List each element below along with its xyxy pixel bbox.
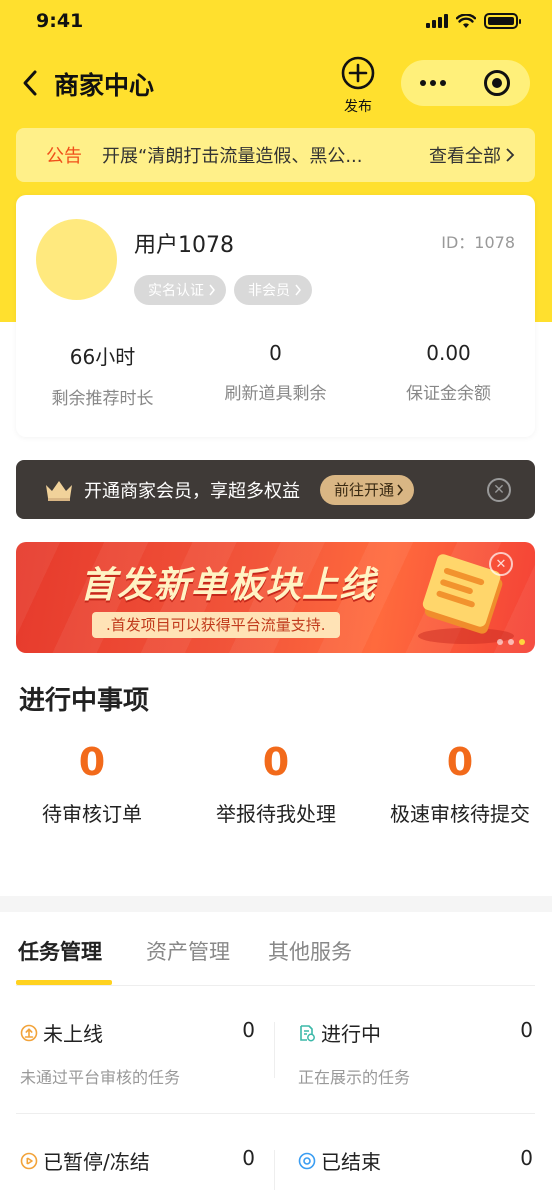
user-name: 用户1078 [134,233,234,258]
page-title: 商家中心 [54,71,155,100]
target-icon [484,70,510,96]
mini-program-capsule [401,60,530,106]
task-desc: 正在展示的任务 [298,1068,411,1087]
more-menu-icon[interactable] [401,60,465,106]
tab-bar: 任务管理 资产管理 其他服务 [16,912,535,986]
status-time: 9:41 [36,10,84,32]
view-all-link[interactable]: 查看全部 [429,142,515,168]
tab-task-management[interactable]: 任务管理 [18,936,102,966]
task-divider [274,1022,275,1078]
task-ended[interactable]: 已结束 0 [294,1114,535,1190]
task-count: 0 [242,1018,255,1042]
user-card: 用户1078 ID：1078 实名认证 非会员 66小时 剩余推荐时长 0 刷新… [16,195,535,437]
task-row: 已暂停/冻结 0 已结束 0 [16,1114,535,1190]
chevron-right-icon [397,484,404,495]
stat-label: 剩余推荐时长 [51,389,154,409]
announcement-text: 开展“清朗打击流量造假、黑公... [102,146,363,167]
stat-recommend-time[interactable]: 66小时 剩余推荐时长 [16,341,189,409]
task-head: 已暂停/冻结 [20,1146,150,1175]
task-divider [274,1150,275,1190]
chevron-right-icon [209,284,215,296]
pending-label: 极速审核待提交 [390,802,530,826]
publish-button[interactable]: 发布 [336,56,380,116]
stop-circle-icon [298,1152,316,1169]
task-head: 进行中 [298,1018,381,1047]
close-icon[interactable]: ✕ [489,552,513,576]
stat-refresh-props[interactable]: 0 刷新道具剩余 [189,341,362,409]
task-title: 已结束 [321,1150,381,1174]
in-progress-title: 进行中事项 [19,686,150,716]
real-name-badge[interactable]: 实名认证 [134,275,226,305]
announcement-bar[interactable]: 公告 开展“清朗打击流量造假、黑公... 查看全部 [16,128,535,182]
pending-label: 举报待我处理 [216,802,336,826]
battery-icon [484,13,521,29]
close-miniprogram-button[interactable] [465,60,529,106]
membership-badge-label: 非会员 [248,283,290,299]
task-count: 0 [520,1146,533,1170]
in-progress-list: 0 待审核订单 0 举报待我处理 0 极速审核待提交 [0,740,552,827]
crown-icon [46,480,72,501]
carousel-indicator [497,639,525,645]
promo-title: 首发新单板块上线 [80,565,377,606]
pause-circle-icon [20,1152,38,1169]
user-id: ID：1078 [441,233,515,252]
member-banner-text: 开通商家会员，享超多权益 [84,480,300,502]
user-stats: 66小时 剩余推荐时长 0 刷新道具剩余 0.00 保证金余额 [16,341,535,409]
view-all-label: 查看全部 [429,146,501,167]
pending-fast-review[interactable]: 0 极速审核待提交 [368,740,552,827]
task-title: 未上线 [43,1022,103,1046]
upload-clock-icon [20,1024,38,1041]
open-membership-button[interactable]: 前往开通 [320,474,415,505]
chevron-right-icon [506,148,515,162]
task-title: 进行中 [321,1022,381,1046]
open-membership-label: 前往开通 [334,481,395,499]
add-circle-icon [341,56,375,90]
tab-asset-management[interactable]: 资产管理 [146,936,230,966]
task-active[interactable]: 进行中 0 正在展示的任务 [294,986,535,1114]
promo-subtitle: .首发项目可以获得平台流量支持. [92,612,340,638]
member-banner: 开通商家会员，享超多权益 前往开通 ✕ [16,460,535,519]
task-desc: 未通过平台审核的任务 [20,1068,181,1087]
pending-count: 0 [262,740,290,784]
nav-bar: 商家中心 发布 [0,56,552,115]
stat-value: 0 [269,341,282,365]
stat-label: 刷新道具剩余 [224,384,327,404]
stat-value: 66小时 [69,345,136,369]
task-title: 已暂停/冻结 [43,1150,150,1174]
pending-reports[interactable]: 0 举报待我处理 [184,740,368,827]
stat-deposit[interactable]: 0.00 保证金余额 [362,341,535,409]
signal-icon [426,14,448,28]
wifi-icon [456,13,476,28]
membership-badge[interactable]: 非会员 [234,275,312,305]
task-count: 0 [242,1146,255,1170]
stat-label: 保证金余额 [406,384,491,404]
active-tab-indicator [16,980,112,985]
back-arrow-icon[interactable] [18,68,44,98]
task-row: 未上线 0 未通过平台审核的任务 进行中 0 正在展示的任务 [16,986,535,1114]
stat-value: 0.00 [426,341,471,365]
task-count: 0 [520,1018,533,1042]
task-panel: 任务管理 资产管理 其他服务 未上线 0 未通过平台审核的任务 进行中 0 正在… [0,912,552,1190]
announcement-tag: 公告 [46,146,82,167]
avatar[interactable] [36,219,117,300]
document-check-icon [300,1024,315,1041]
task-grid: 未上线 0 未通过平台审核的任务 进行中 0 正在展示的任务 已暂停/冻结 0 … [16,986,535,1190]
pending-label: 待审核订单 [42,802,142,826]
real-name-badge-label: 实名认证 [148,283,204,299]
chevron-right-icon [295,284,301,296]
task-paused[interactable]: 已暂停/冻结 0 [16,1114,275,1190]
pending-orders[interactable]: 0 待审核订单 [0,740,184,827]
promo-banner[interactable]: 首发新单板块上线 .首发项目可以获得平台流量支持. ✕ [16,542,535,653]
status-icons [426,13,521,29]
task-offline[interactable]: 未上线 0 未通过平台审核的任务 [16,986,275,1114]
task-head: 已结束 [298,1146,381,1175]
close-icon[interactable]: ✕ [487,478,511,502]
tab-other-services[interactable]: 其他服务 [268,936,352,966]
status-bar: 9:41 [0,0,552,44]
publish-label: 发布 [344,99,372,115]
task-head: 未上线 [20,1018,103,1047]
pending-count: 0 [78,740,106,784]
user-badges: 实名认证 非会员 [134,275,312,305]
pending-count: 0 [446,740,474,784]
